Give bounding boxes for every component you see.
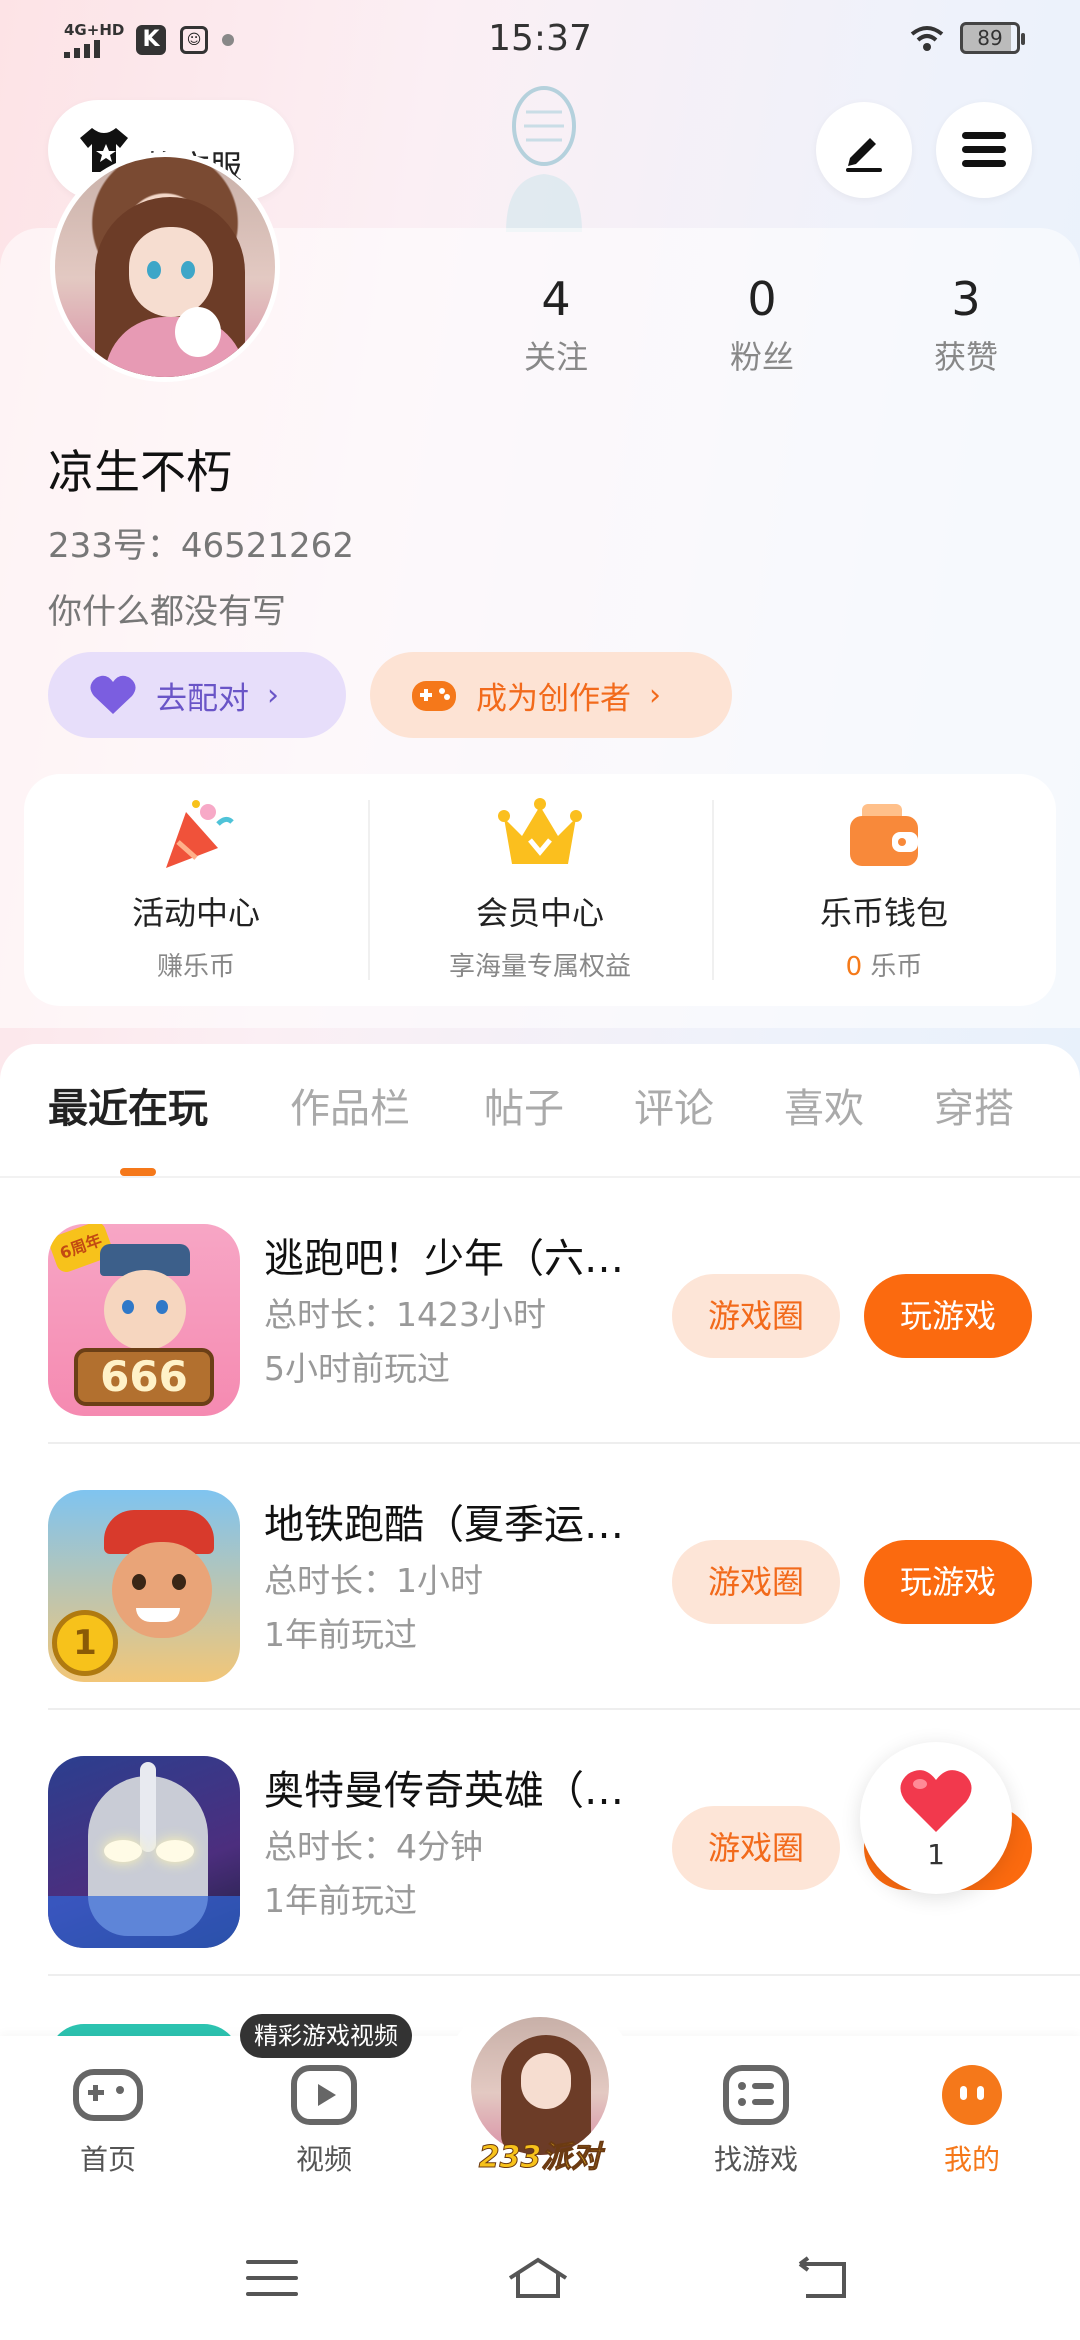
become-creator-button[interactable]: 成为创作者 › <box>370 652 732 738</box>
list-icon <box>723 2065 789 2125</box>
nav-me-label: 我的 <box>943 2143 1000 2176</box>
user-avatar[interactable] <box>50 152 280 382</box>
game-row[interactable]: 6周年 666 逃跑吧！少年（六… 总时长：1423小时 5小时前玩过 游戏圈 … <box>0 1178 1080 1444</box>
user-bio: 你什么都没有写 <box>48 592 286 632</box>
gamepad-icon <box>412 681 456 711</box>
system-nav-bar <box>0 2216 1080 2340</box>
stat-value: 3 <box>951 272 981 326</box>
vip-center-title: 会员中心 <box>475 894 604 932</box>
nav-party-label[interactable]: 233派对 <box>470 2132 610 2176</box>
game-last-played: 5小时前玩过 <box>264 1349 450 1388</box>
gamepad-icon <box>73 2069 143 2121</box>
vip-center-subtitle: 享海量专属权益 <box>448 952 631 982</box>
like-float-button[interactable]: 1 <box>860 1742 1012 1894</box>
nav-video-label: 视频 <box>295 2143 352 2176</box>
match-label: 去配对 <box>156 680 249 717</box>
holo-avatar-icon <box>506 86 582 232</box>
stat-likes[interactable]: 3 获赞 <box>896 272 1036 378</box>
tab-posts[interactable]: 帖子 <box>484 1076 564 1134</box>
tab-comments[interactable]: 评论 <box>634 1076 714 1134</box>
game-duration: 总时长：4分钟 <box>264 1827 483 1866</box>
vip-center[interactable]: 会员中心 享海量专属权益 <box>368 774 712 1006</box>
status-bar: 4G+HD K ☺ 15:37 89 <box>0 0 1080 84</box>
tab-active-indicator <box>120 1168 156 1176</box>
game-name: 地铁跑酷（夏季运… <box>264 1502 624 1548</box>
game-name: 奥特曼传奇英雄（… <box>264 1768 624 1814</box>
menu-icon <box>962 132 1006 167</box>
user-id: 233号：46521262 <box>48 526 354 566</box>
coin-wallet[interactable]: 乐币钱包 0 乐币 <box>712 774 1056 1006</box>
like-count: 1 <box>927 1838 945 1871</box>
nav-me[interactable]: 我的 <box>902 2064 1042 2178</box>
sign-666: 666 <box>74 1348 214 1406</box>
row-divider <box>48 1974 1080 1976</box>
crown-icon <box>498 798 582 864</box>
heart-icon <box>90 675 136 714</box>
play-game-button[interactable]: 玩游戏 <box>864 1274 1032 1358</box>
edit-profile-button[interactable] <box>816 102 912 198</box>
menu-button[interactable] <box>936 102 1032 198</box>
profile-tabs: 最近在玩 作品栏 帖子 评论 喜欢 穿搭 <box>0 1076 1080 1156</box>
tab-works[interactable]: 作品栏 <box>290 1076 410 1134</box>
heart-icon <box>900 1770 972 1832</box>
play-game-button[interactable]: 玩游戏 <box>864 1540 1032 1624</box>
recent-apps-icon[interactable] <box>244 2256 300 2300</box>
tab-outfits[interactable]: 穿搭 <box>934 1076 1014 1134</box>
quick-actions: 活动中心 赚乐币 会员中心 享海量专属权益 乐币钱包 0 乐币 <box>24 774 1056 1006</box>
stat-value: 0 <box>747 272 777 326</box>
nav-find-games[interactable]: 找游戏 <box>686 2064 826 2178</box>
username: 凉生不朽 <box>48 445 232 499</box>
stat-label: 关注 <box>523 338 588 376</box>
nav-home[interactable]: 首页 <box>38 2064 178 2178</box>
activity-center[interactable]: 活动中心 赚乐币 <box>24 774 368 1006</box>
activity-center-subtitle: 赚乐币 <box>156 952 235 982</box>
tab-recently-played[interactable]: 最近在玩 <box>48 1076 208 1134</box>
game-icon-subway: 1 <box>48 1490 240 1682</box>
nav-home-label: 首页 <box>79 2143 136 2176</box>
game-circle-button[interactable]: 游戏圈 <box>672 1274 840 1358</box>
nav-video[interactable]: 视频 <box>254 2064 394 2178</box>
match-button[interactable]: 去配对 › <box>48 652 346 738</box>
game-last-played: 1年前玩过 <box>264 1615 417 1654</box>
stat-value: 4 <box>541 272 571 326</box>
game-icon-escape: 6周年 666 <box>48 1224 240 1416</box>
coin-wallet-title: 乐币钱包 <box>819 894 948 932</box>
back-icon[interactable] <box>796 2256 852 2300</box>
game-icon-ultraman <box>48 1756 240 1948</box>
pen-icon <box>846 138 882 172</box>
video-tooltip: 精彩游戏视频 <box>240 2014 412 2058</box>
stat-label: 获赞 <box>933 338 998 376</box>
play-icon <box>291 2065 357 2125</box>
game-circle-button[interactable]: 游戏圈 <box>672 1806 840 1890</box>
tab-likes[interactable]: 喜欢 <box>784 1076 864 1134</box>
coin-unit: 乐币 <box>862 952 923 982</box>
wallet-icon <box>850 804 918 866</box>
profile-screen: 4G+HD K ☺ 15:37 89 换衣服 <box>0 0 1080 2340</box>
nav-find-games-label: 找游戏 <box>713 2143 798 2176</box>
party-popper-icon <box>166 800 234 868</box>
game-duration: 总时长：1423小时 <box>264 1295 546 1334</box>
coin-balance: 0 <box>845 952 863 982</box>
chevron-right-icon: › <box>267 677 279 713</box>
home-icon[interactable] <box>506 2256 570 2300</box>
game-name: 逃跑吧！少年（六… <box>264 1236 624 1282</box>
stat-label: 粉丝 <box>729 338 794 376</box>
wifi-icon <box>910 26 944 51</box>
chevron-right-icon: › <box>649 677 661 713</box>
game-last-played: 1年前玩过 <box>264 1881 417 1920</box>
game-row[interactable]: 1 地铁跑酷（夏季运… 总时长：1小时 1年前玩过 游戏圈 玩游戏 <box>0 1444 1080 1710</box>
battery-icon: 89 <box>960 22 1025 54</box>
coin-wallet-subtitle: 0 乐币 <box>846 946 923 983</box>
gold-medal: 1 <box>52 1610 118 1676</box>
me-face-icon <box>942 2065 1002 2125</box>
game-duration: 总时长：1小时 <box>264 1561 483 1600</box>
stat-following[interactable]: 4 关注 <box>486 272 626 378</box>
status-right: 89 <box>910 22 1025 54</box>
bottom-nav: 首页 精彩游戏视频 视频 233派对 找游戏 我的 <box>0 1992 1080 2216</box>
creator-label: 成为创作者 <box>476 680 631 717</box>
game-circle-button[interactable]: 游戏圈 <box>672 1540 840 1624</box>
stat-followers[interactable]: 0 粉丝 <box>692 272 832 378</box>
activity-center-title: 活动中心 <box>131 894 260 932</box>
